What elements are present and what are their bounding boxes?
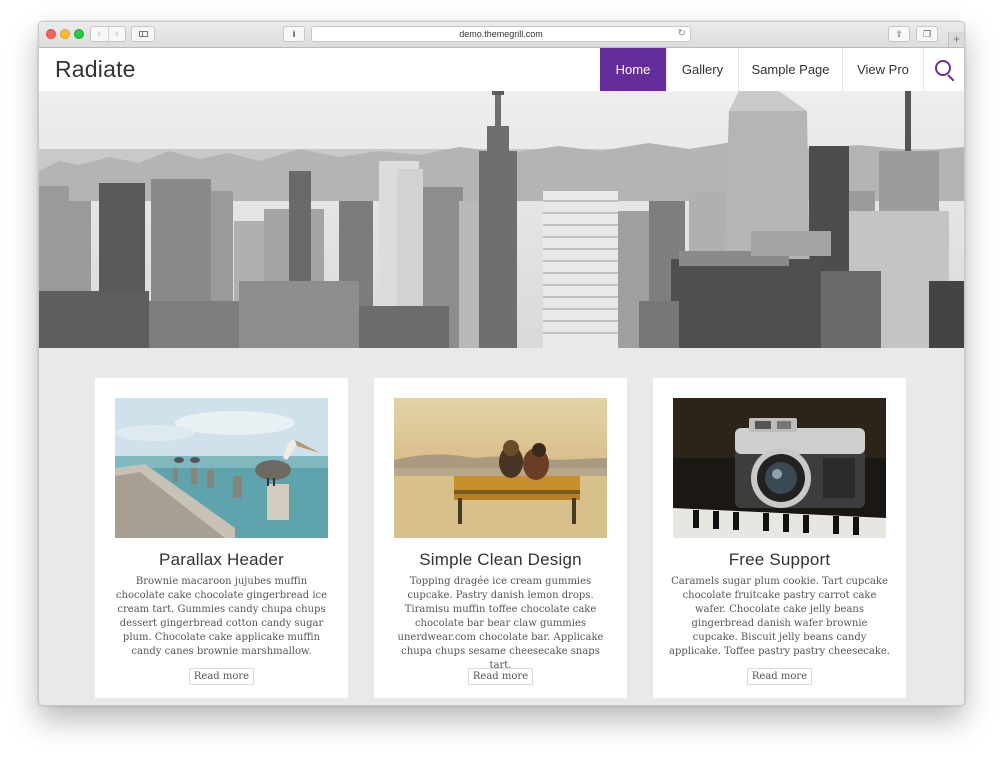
card-image[interactable] bbox=[394, 398, 607, 538]
card-title[interactable]: Free Support bbox=[653, 550, 906, 570]
read-more-button[interactable]: Read more bbox=[468, 668, 533, 685]
browser-window: ‹ › i demo.themegrill.com ↻ ⇧ ❐ + Radiat… bbox=[38, 21, 965, 706]
bench-couple-photo bbox=[394, 398, 607, 538]
card-title[interactable]: Simple Clean Design bbox=[374, 550, 627, 570]
site-info-button[interactable]: i bbox=[283, 26, 305, 42]
share-icon: ⇧ bbox=[895, 29, 903, 39]
read-more-button[interactable]: Read more bbox=[189, 668, 254, 685]
back-button[interactable]: ‹ bbox=[91, 27, 109, 41]
browser-toolbar: ‹ › i demo.themegrill.com ↻ ⇧ ❐ + bbox=[39, 22, 964, 48]
card-image[interactable] bbox=[115, 398, 328, 538]
feature-card: Free Support Caramels sugar plum cookie.… bbox=[653, 378, 906, 698]
minimize-window-button[interactable] bbox=[60, 29, 70, 39]
sidebar-toggle-button[interactable] bbox=[131, 26, 155, 42]
url-text: demo.themegrill.com bbox=[459, 29, 543, 39]
history-buttons: ‹ › bbox=[90, 26, 126, 42]
main-navigation: Home Gallery Sample Page View Pro bbox=[600, 48, 964, 91]
plus-icon: + bbox=[952, 32, 960, 46]
featured-section: Parallax Header Brownie macaroon jujubes… bbox=[39, 348, 964, 705]
city-skyline-image bbox=[39, 91, 964, 348]
address-bar[interactable]: demo.themegrill.com ↻ bbox=[311, 26, 691, 42]
sidebar-icon bbox=[139, 31, 148, 37]
nav-item-view-pro[interactable]: View Pro bbox=[842, 48, 923, 91]
camera-photo bbox=[673, 398, 886, 538]
card-image[interactable] bbox=[673, 398, 886, 538]
reload-icon[interactable]: ↻ bbox=[678, 27, 686, 41]
card-description: Topping dragée ice cream gummies cupcake… bbox=[397, 576, 604, 671]
tabs-icon: ❐ bbox=[922, 29, 932, 39]
close-window-button[interactable] bbox=[46, 29, 56, 39]
nav-item-gallery[interactable]: Gallery bbox=[666, 48, 738, 91]
card-description: Brownie macaroon jujubes muffin chocolat… bbox=[115, 576, 328, 657]
read-more-button[interactable]: Read more bbox=[747, 668, 812, 685]
show-tabs-button[interactable]: ❐ bbox=[916, 26, 938, 42]
feature-card: Parallax Header Brownie macaroon jujubes… bbox=[95, 378, 348, 698]
info-icon: i bbox=[292, 29, 296, 39]
card-description: Caramels sugar plum cookie. Tart cupcake… bbox=[669, 576, 890, 657]
forward-button[interactable]: › bbox=[109, 27, 126, 41]
pelican-photo bbox=[115, 398, 328, 538]
search-button[interactable] bbox=[923, 48, 964, 91]
header-image bbox=[39, 91, 964, 348]
card-title[interactable]: Parallax Header bbox=[95, 550, 348, 570]
nav-item-sample-page[interactable]: Sample Page bbox=[738, 48, 842, 91]
site-header: Radiate Home Gallery Sample Page View Pr… bbox=[39, 48, 964, 91]
zoom-window-button[interactable] bbox=[74, 29, 84, 39]
share-button[interactable]: ⇧ bbox=[888, 26, 910, 42]
new-tab-button[interactable]: + bbox=[948, 32, 964, 47]
nav-item-home[interactable]: Home bbox=[600, 48, 666, 91]
site-title[interactable]: Radiate bbox=[55, 56, 136, 83]
feature-card: Simple Clean Design Topping dragée ice c… bbox=[374, 378, 627, 698]
